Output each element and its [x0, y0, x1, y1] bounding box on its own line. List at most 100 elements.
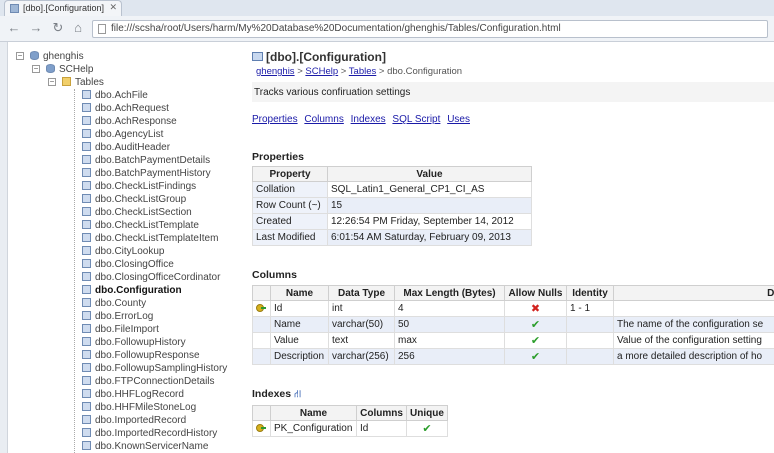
indexes-heading-text: Indexes: [252, 388, 292, 400]
breadcrumb-separator: >: [338, 66, 349, 77]
identity-cell: [566, 332, 614, 349]
column-header: Max Length (Bytes): [394, 285, 505, 301]
tree-item[interactable]: dbo.BatchPaymentDetails: [82, 154, 210, 167]
tree-item[interactable]: dbo.FollowupResponse: [82, 349, 200, 362]
browser-tab[interactable]: [dbo].[Configuration] ✕: [4, 0, 122, 16]
column-name-cell: Name: [270, 316, 329, 333]
allow-nulls-cell: ✔: [504, 348, 567, 365]
tree-item[interactable]: dbo.AchRequest: [82, 102, 169, 115]
tree-item[interactable]: dbo.ImportedRecord: [82, 414, 186, 427]
columns-heading: Columns: [252, 269, 297, 281]
tree-item[interactable]: dbo.CheckListFindings: [82, 180, 196, 193]
column-header: [252, 285, 271, 301]
table-icon: [82, 155, 91, 164]
table-icon: [82, 285, 91, 294]
tree-item-label: dbo.County: [95, 298, 147, 309]
tree-item[interactable]: dbo.FollowupSamplingHistory: [82, 362, 227, 375]
section-nav: Properties Columns Indexes SQL Script Us…: [252, 114, 474, 125]
table-icon: [82, 168, 91, 177]
breadcrumb-server-link[interactable]: ghenghis: [256, 66, 295, 77]
tree-item-label: dbo.CityLookup: [95, 246, 165, 257]
data-type-cell: varchar(256): [328, 348, 395, 365]
tree-guide-line: [74, 89, 75, 453]
nav-link-indexes[interactable]: Indexes: [351, 114, 386, 125]
tree-item-label: dbo.AchRequest: [95, 103, 169, 114]
breadcrumb-tables-link[interactable]: Tables: [349, 66, 376, 77]
properties-table: Property Value Collation SQL_Latin1_Gener…: [252, 166, 532, 246]
table-icon: [82, 103, 91, 112]
tree-item[interactable]: dbo.ClosingOffice: [82, 258, 174, 271]
description-cell: a more detailed description of ho: [613, 348, 774, 365]
table-row: Row Count (~) 15: [252, 197, 532, 214]
tree-item-label: dbo.AgencyList: [95, 129, 164, 140]
description-cell: [613, 300, 774, 317]
breadcrumb-database-link[interactable]: SCHelp: [305, 66, 338, 77]
tree-item[interactable]: dbo.ClosingOfficeCordinator: [82, 271, 220, 284]
property-value-cell: 6:01:54 AM Saturday, February 09, 2013: [327, 229, 532, 246]
table-icon: [82, 246, 91, 255]
table-icon: [82, 142, 91, 151]
tree-item-label: dbo.HHFLogRecord: [95, 389, 184, 400]
tree-item[interactable]: dbo.CityLookup: [82, 245, 165, 258]
tree-item[interactable]: dbo.AuditHeader: [82, 141, 170, 154]
table-icon: [82, 194, 91, 203]
tree-item-label: dbo.AchResponse: [95, 116, 177, 127]
tree-item[interactable]: dbo.Configuration: [82, 284, 182, 297]
check-icon: ✔: [530, 351, 541, 363]
reload-icon[interactable]: ↻: [50, 20, 66, 36]
tree-item[interactable]: dbo.CheckListGroup: [82, 193, 186, 206]
tree-tables-folder[interactable]: Tables: [62, 76, 104, 89]
tree-database-label: SCHelp: [59, 64, 94, 75]
tab-close-icon[interactable]: ✕: [109, 2, 117, 13]
table-row: Name varchar(50) 50 ✔ The name of the config…: [252, 316, 774, 333]
back-arrow-icon[interactable]: ←: [6, 20, 22, 36]
forward-arrow-icon[interactable]: →: [28, 20, 44, 36]
table-icon: [82, 298, 91, 307]
nav-link-sql-script[interactable]: SQL Script: [392, 114, 440, 125]
tree-item[interactable]: dbo.HHFMileStoneLog: [82, 401, 196, 414]
tree-database[interactable]: SCHelp: [46, 63, 93, 76]
tree-item-label: dbo.CheckListTemplateItem: [95, 233, 219, 244]
tree-item[interactable]: dbo.FileImport: [82, 323, 159, 336]
key-cell: [252, 348, 271, 365]
breadcrumb-separator: >: [376, 66, 388, 77]
tree-item-label: dbo.FileImport: [95, 324, 159, 335]
nav-link-uses[interactable]: Uses: [447, 114, 470, 125]
index-tree-icon[interactable]: ⛙: [294, 389, 301, 402]
tree-item[interactable]: dbo.KnownServicerName: [82, 440, 208, 453]
tree-item-label: dbo.AuditHeader: [95, 142, 171, 153]
table-icon: [82, 376, 91, 385]
collapse-server-icon[interactable]: −: [16, 52, 24, 60]
tree-item[interactable]: dbo.AgencyList: [82, 128, 163, 141]
table-header-row: Property Value: [252, 166, 532, 182]
tree-item[interactable]: dbo.FollowupHistory: [82, 336, 186, 349]
nav-link-properties[interactable]: Properties: [252, 114, 298, 125]
tree-item[interactable]: dbo.FTPConnectionDetails: [82, 375, 215, 388]
tree-item[interactable]: dbo.CheckListTemplate: [82, 219, 199, 232]
table-icon: [252, 52, 263, 61]
tree-item-label: dbo.ImportedRecord: [95, 415, 187, 426]
tree-item[interactable]: dbo.HHFLogRecord: [82, 388, 184, 401]
tree-item[interactable]: dbo.AchFile: [82, 89, 148, 102]
table-row: Id int 4 ✖ 1 - 1: [252, 300, 774, 317]
tree-item[interactable]: dbo.CheckListTemplateItem: [82, 232, 218, 245]
tab-title: [dbo].[Configuration]: [23, 3, 105, 13]
collapse-tables-icon[interactable]: −: [48, 78, 56, 86]
page-title: [dbo].[Configuration]: [252, 50, 386, 64]
tree-item[interactable]: dbo.AchResponse: [82, 115, 177, 128]
tree-item[interactable]: dbo.CheckListSection: [82, 206, 192, 219]
tree-item[interactable]: dbo.ImportedRecordHistory: [82, 427, 217, 440]
address-bar[interactable]: file:///scsha/root/Users/harm/My%20Datab…: [92, 20, 768, 38]
check-icon: ✔: [530, 319, 541, 331]
home-icon[interactable]: ⌂: [70, 20, 86, 36]
tree-server[interactable]: ghenghis: [30, 50, 84, 63]
tree-item-label: dbo.AchFile: [95, 90, 148, 101]
collapse-database-icon[interactable]: −: [32, 65, 40, 73]
nav-link-columns[interactable]: Columns: [304, 114, 343, 125]
tree-item[interactable]: dbo.ErrorLog: [82, 310, 153, 323]
tree-item[interactable]: dbo.BatchPaymentHistory: [82, 167, 211, 180]
allow-nulls-cell: ✔: [504, 332, 567, 349]
indexes-heading: Indexes ⛙: [252, 388, 301, 402]
main-content: [dbo].[Configuration] ghenghis > SCHelp …: [252, 42, 774, 453]
tree-item[interactable]: dbo.County: [82, 297, 146, 310]
